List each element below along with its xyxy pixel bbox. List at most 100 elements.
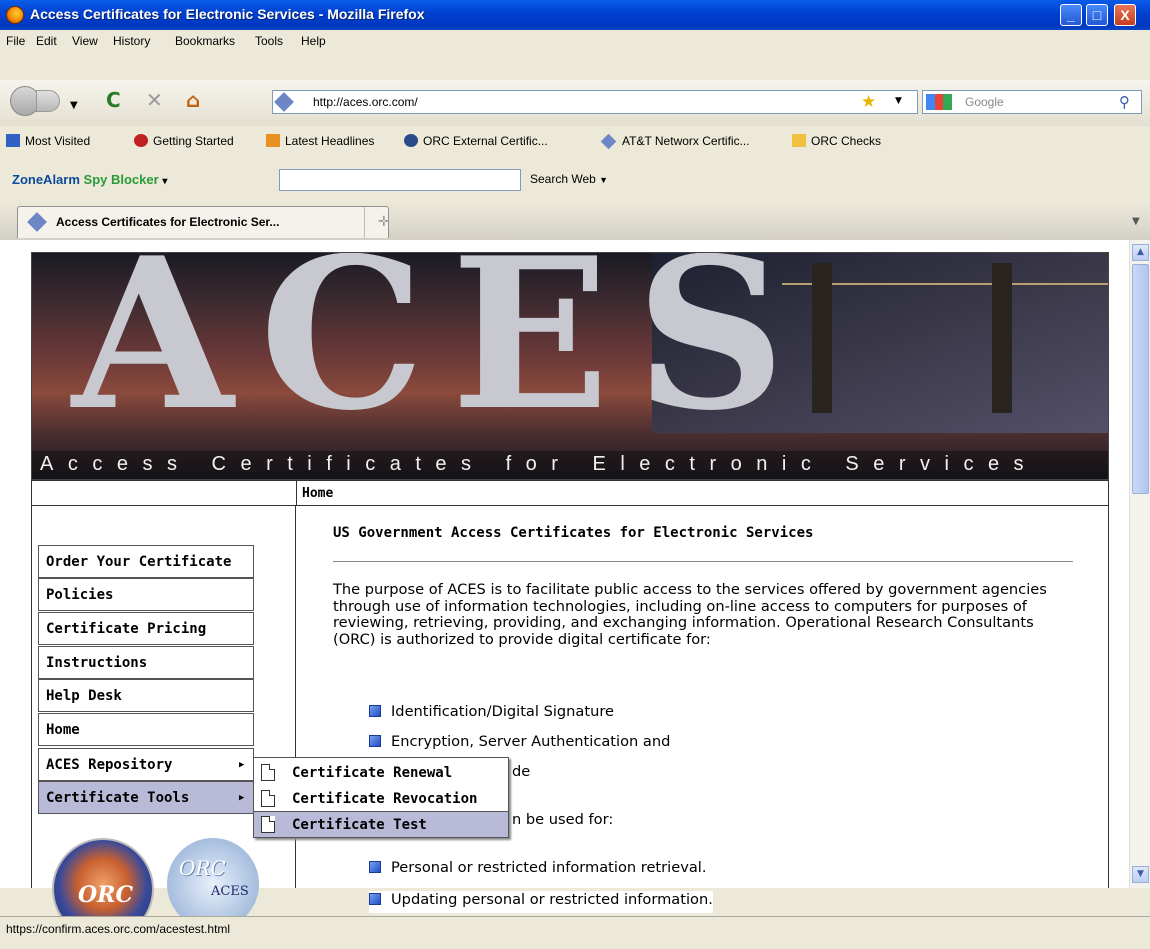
bookmark-folder-orc-checks[interactable]: ORC Checks xyxy=(792,134,881,148)
document-icon xyxy=(261,790,275,807)
folder-icon xyxy=(792,134,806,147)
most-visited-icon xyxy=(6,134,20,147)
menu-bookmarks[interactable]: Bookmarks xyxy=(175,34,235,48)
firefox-icon xyxy=(6,6,24,24)
firefox-window: Access Certificates for Electronic Servi… xyxy=(0,0,1150,949)
status-bar: https://confirm.aces.orc.com/acestest.ht… xyxy=(0,916,1150,949)
page-heading: US Government Access Certificates for El… xyxy=(333,525,814,541)
menu-edit[interactable]: Edit xyxy=(36,34,57,48)
stop-icon[interactable]: ✕ xyxy=(146,88,163,112)
zonealarm-toolbar: ZoneAlarm Spy Blocker ▾ Search Web ▼ xyxy=(0,163,1150,195)
bookmark-star-icon[interactable]: ★ xyxy=(861,92,876,112)
menu-home[interactable]: Home xyxy=(38,713,254,746)
menu-order-your-certificate[interactable]: Order Your Certificate xyxy=(38,545,254,578)
status-text: https://confirm.aces.orc.com/acestest.ht… xyxy=(6,922,231,936)
zonealarm-logo[interactable]: ZoneAlarm Spy Blocker ▾ xyxy=(12,172,167,187)
url-bar[interactable]: http://aces.orc.com/ ★ ▼ xyxy=(272,90,918,114)
menu-file[interactable]: File xyxy=(6,34,25,48)
search-bar[interactable]: Google ⚲ xyxy=(922,90,1142,114)
site-identity-icon[interactable] xyxy=(274,92,294,112)
vertical-scrollbar[interactable]: ▲ ▼ xyxy=(1129,240,1150,888)
bullet-icon xyxy=(369,735,381,747)
menu-certificate-tools[interactable]: Certificate Tools ▶ xyxy=(38,781,254,814)
obscured-text-fragment: de xyxy=(512,763,531,780)
tab-aces[interactable]: Access Certificates for Electronic Ser..… xyxy=(17,206,390,239)
new-tab-icon[interactable]: ✛ xyxy=(378,214,390,230)
document-icon xyxy=(261,764,275,781)
menu-tools[interactable]: Tools xyxy=(255,34,283,48)
list-item: Updating personal or restricted informat… xyxy=(369,891,713,913)
globe-icon xyxy=(404,134,418,147)
home-icon[interactable]: ⌂ xyxy=(186,88,200,112)
bookmark-orc-external[interactable]: ORC External Certific... xyxy=(404,134,548,148)
submenu-arrow-icon: ▶ xyxy=(239,760,245,770)
submenu-certificate-revocation[interactable]: Certificate Revocation xyxy=(254,786,508,812)
close-button[interactable]: X xyxy=(1114,4,1136,26)
bookmark-latest-headlines[interactable]: Latest Headlines xyxy=(266,134,374,148)
scroll-thumb[interactable] xyxy=(1132,264,1149,494)
window-title: Access Certificates for Electronic Servi… xyxy=(30,6,425,22)
maximize-icon: □ xyxy=(1092,7,1102,23)
firefox-getting-started-icon xyxy=(134,134,148,147)
submenu-certificate-test[interactable]: Certificate Test xyxy=(254,811,508,837)
bridge-tower xyxy=(992,263,1012,413)
submenu-certificate-renewal[interactable]: Certificate Renewal xyxy=(254,760,508,786)
maximize-button[interactable]: □ xyxy=(1086,4,1108,26)
menu-bar: File Edit View History Bookmarks Tools H… xyxy=(0,30,1150,52)
menu-view[interactable]: View xyxy=(72,34,98,48)
obscured-text-fragment: n be used for: xyxy=(512,811,614,828)
breadcrumb: Home xyxy=(302,486,334,501)
history-dropdown-icon[interactable]: ▼ xyxy=(70,94,78,118)
document-icon xyxy=(261,816,275,833)
menu-instructions[interactable]: Instructions xyxy=(38,646,254,679)
close-icon: X xyxy=(1120,7,1130,23)
bookmark-getting-started[interactable]: Getting Started xyxy=(134,134,234,148)
bullet-icon xyxy=(369,861,381,873)
minimize-icon: _ xyxy=(1067,7,1075,23)
menu-help[interactable]: Help xyxy=(301,34,326,48)
menu-policies[interactable]: Policies xyxy=(38,578,254,611)
menu-help-desk[interactable]: Help Desk xyxy=(38,679,254,712)
logos-area: ORC ORC ACES xyxy=(52,838,272,940)
menu-history[interactable]: History xyxy=(113,34,150,48)
list-all-tabs-icon[interactable]: ▼ xyxy=(1132,216,1140,227)
banner-letters: ACES xyxy=(72,252,812,457)
banner-subtitle: Access Certificates for Electronic Servi… xyxy=(40,453,1039,475)
title-bar: Access Certificates for Electronic Servi… xyxy=(0,0,1150,30)
bookmark-most-visited[interactable]: Most Visited xyxy=(6,134,90,148)
minimize-button[interactable]: _ xyxy=(1060,4,1082,26)
tab-label: Access Certificates for Electronic Ser..… xyxy=(56,215,280,229)
scroll-up-icon[interactable]: ▲ xyxy=(1132,244,1149,261)
rss-feed-icon xyxy=(266,134,280,147)
bullet-icon xyxy=(369,705,381,717)
tab-strip: Access Certificates for Electronic Ser..… xyxy=(0,202,1150,240)
list-item: Identification/Digital Signature xyxy=(369,703,614,720)
heading-rule xyxy=(333,561,1073,562)
menu-aces-repository[interactable]: ACES Repository ▶ xyxy=(38,748,254,781)
breadcrumb-divider xyxy=(296,481,297,505)
submenu-arrow-icon: ▶ xyxy=(239,793,245,803)
url-dropdown-icon[interactable]: ▼ xyxy=(895,96,902,106)
search-web-button[interactable]: Search Web ▼ xyxy=(530,172,608,186)
bridge-tower xyxy=(812,263,832,413)
site-diamond-icon xyxy=(600,133,617,150)
breadcrumb-row: Home xyxy=(31,480,1109,506)
zonealarm-search-input[interactable] xyxy=(279,169,521,191)
search-placeholder: Google xyxy=(965,95,1004,109)
reload-icon[interactable]: C xyxy=(106,88,121,112)
bookmark-att-networx[interactable]: AT&T Networx Certific... xyxy=(600,133,750,150)
navigation-toolbar: ▼ C ✕ ⌂ http://aces.orc.com/ ★ ▼ Google … xyxy=(0,80,1150,126)
scroll-down-icon[interactable]: ▼ xyxy=(1132,866,1149,883)
forward-button[interactable] xyxy=(36,90,60,112)
bookmarks-toolbar: Most Visited Getting Started Latest Head… xyxy=(0,129,1150,155)
menu-certificate-pricing[interactable]: Certificate Pricing xyxy=(38,612,254,645)
list-item: Personal or restricted information retri… xyxy=(369,859,706,876)
tab-favicon-icon xyxy=(27,212,47,232)
certificate-tools-submenu: Certificate Renewal Certificate Revocati… xyxy=(253,757,509,838)
google-engine-icon[interactable] xyxy=(926,94,952,110)
url-text: http://aces.orc.com/ xyxy=(313,95,418,109)
tab-divider xyxy=(364,207,365,239)
intro-paragraph: The purpose of ACES is to facilitate pub… xyxy=(333,581,1047,648)
list-item: Encryption, Server Authentication and xyxy=(369,733,670,750)
search-go-icon[interactable]: ⚲ xyxy=(1119,93,1130,111)
